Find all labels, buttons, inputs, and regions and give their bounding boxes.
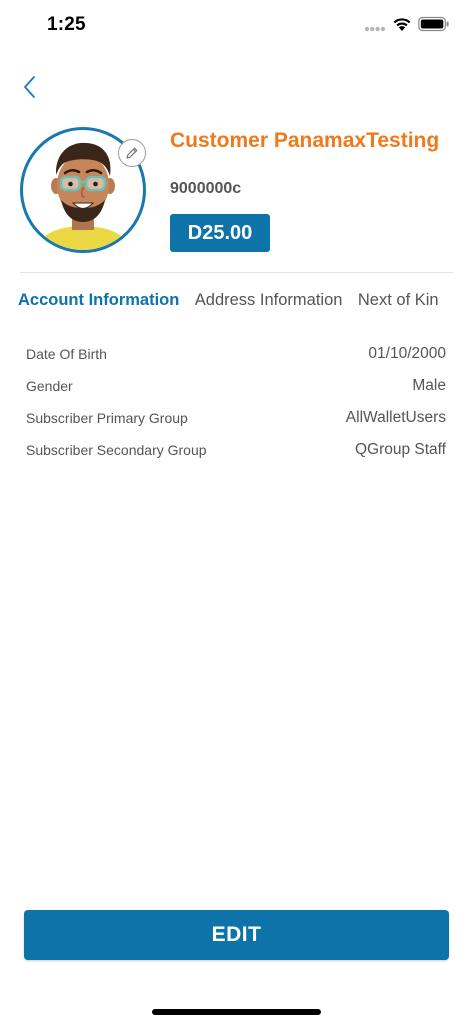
tab-account-information[interactable]: Account Information: [18, 291, 179, 310]
info-value: Male: [412, 377, 446, 394]
chevron-left-icon: [24, 76, 35, 98]
cellular-signal-icon: [364, 26, 386, 32]
home-indicator: [152, 1009, 321, 1015]
status-time: 1:25: [47, 14, 86, 35]
battery-icon: [418, 16, 449, 32]
info-value: AllWalletUsers: [345, 409, 446, 426]
info-row-primary-group: Subscriber Primary Group AllWalletUsers: [26, 402, 446, 434]
edit-button[interactable]: EDIT: [24, 910, 449, 960]
info-value: 01/10/2000: [368, 345, 446, 362]
tab-address-information[interactable]: Address Information: [195, 291, 343, 310]
account-info-list: Date Of Birth 01/10/2000 Gender Male Sub…: [26, 338, 446, 466]
info-label: Subscriber Primary Group: [26, 410, 188, 426]
info-label: Subscriber Secondary Group: [26, 442, 207, 458]
info-row-date-of-birth: Date Of Birth 01/10/2000: [26, 338, 446, 370]
back-button[interactable]: [14, 72, 44, 102]
info-value: QGroup Staff: [354, 441, 446, 458]
info-row-secondary-group: Subscriber Secondary Group QGroup Staff: [26, 434, 446, 466]
tab-bar: Account Information Address Information …: [18, 291, 453, 319]
wifi-icon: [393, 18, 411, 31]
tab-next-of-kin[interactable]: Next of Kin: [358, 291, 439, 310]
status-bar: 1:25: [0, 0, 473, 50]
divider: [20, 272, 453, 273]
customer-id: 9000000c: [170, 180, 242, 197]
info-label: Date Of Birth: [26, 346, 107, 362]
balance-badge: D25.00: [170, 214, 270, 252]
info-label: Gender: [26, 378, 73, 394]
pencil-icon: [126, 147, 138, 159]
edit-avatar-button[interactable]: [118, 139, 146, 167]
info-row-gender: Gender Male: [26, 370, 446, 402]
customer-name: Customer PanamaxTesting: [170, 129, 440, 152]
